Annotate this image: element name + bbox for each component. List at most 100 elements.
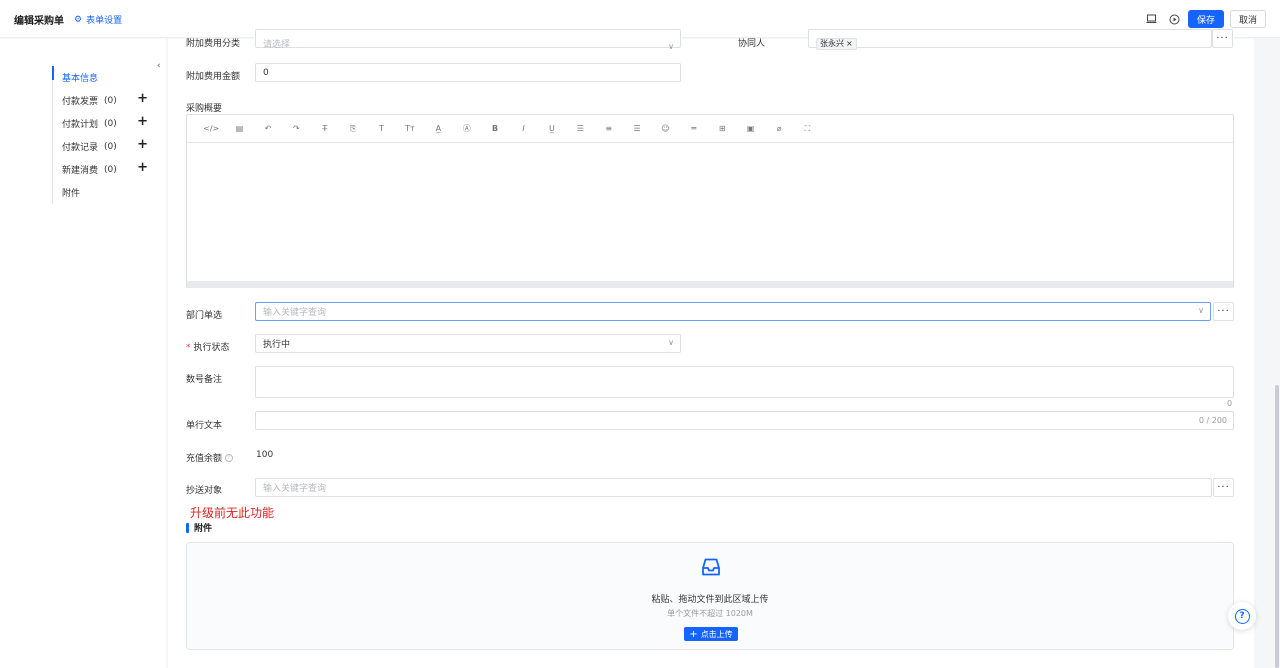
info-icon[interactable]: ? [225, 453, 234, 462]
extra-fee-amount-input[interactable]: 0 [255, 63, 681, 82]
sidebar-item[interactable]: 基本信息 [52, 66, 160, 89]
save-button[interactable]: 保存 [1188, 10, 1224, 28]
recharge-balance-label: 充值余额 ? [186, 451, 234, 464]
cancel-button[interactable]: 取消 [1230, 10, 1266, 28]
upgrade-notice: 升级前无此功能 [190, 506, 275, 520]
required-mark: * [186, 343, 191, 353]
sidebar-item-label: 付款发票 [62, 97, 99, 107]
department-label: 部门单选 [186, 311, 223, 321]
single-line-input[interactable]: 0 / 200 [255, 411, 1234, 430]
section-accent-bar [186, 522, 189, 533]
cc-target-label: 抄送对象 [186, 486, 223, 496]
purchase-summary-label: 采购概要 [186, 104, 223, 114]
exec-status-label: * 执行状态 [186, 340, 230, 353]
help-icon: ? [1234, 608, 1250, 624]
form-settings-link[interactable]: ⚙ 表单设置 [74, 13, 122, 27]
department-placeholder: 输入关键字查询 [263, 308, 327, 318]
sidebar-item[interactable]: 附件 [53, 181, 160, 204]
collaborator-more-button[interactable]: ··· [1212, 29, 1233, 48]
add-icon[interactable]: + [137, 137, 148, 152]
extra-fee-category-label: 附加费用分类 [186, 39, 241, 49]
sidebar-item[interactable]: 付款记录 (0) + [53, 135, 160, 158]
attachments-title-text: 附件 [194, 524, 213, 534]
single-line-counter: 0 / 200 [1198, 416, 1227, 425]
exec-status-value: 执行中 [263, 340, 291, 350]
department-more-button[interactable]: ··· [1213, 302, 1234, 321]
number-note-textarea[interactable] [255, 366, 1234, 398]
rich-text-editor: </> ▤ ↶ ↷ T̶ ⎘ T Tт A̲ Ⓐ B I U̲ ☰ ≡ ☰ ☺ ═ ⊞ ▣ ⌀ ⛶ [186, 114, 1234, 288]
section-nav: ‹ 基本信息 付款发票 (0) + 付款计划 (0) + 付款记录 (0) + 新建消费 (0) + 附件 [0, 39, 166, 668]
sidebar-item-label: 新建消费 [62, 166, 99, 176]
font-color-icon[interactable]: A̲ [424, 124, 452, 133]
plus-icon: + [689, 628, 698, 640]
underline-icon[interactable]: U̲ [538, 124, 566, 133]
sidebar-item-label: 付款计划 [62, 120, 99, 130]
align-right-icon[interactable]: ☰ [623, 124, 651, 133]
section-nav-list: 基本信息 付款发票 (0) + 付款计划 (0) + 付款记录 (0) + 新建消费 (0) + 附件 [52, 66, 160, 204]
dropzone-text: 粘贴、拖动文件到此区域上传 [651, 595, 769, 605]
strikethrough-icon[interactable]: T̶ [311, 124, 339, 133]
fullscreen-icon[interactable]: ⛶ [793, 124, 821, 134]
align-center-icon[interactable]: ≡ [594, 124, 622, 133]
chevron-down-icon: ∨ [668, 338, 674, 347]
cc-target-select[interactable]: 输入关键字查询 [255, 478, 1212, 497]
inbox-icon [702, 558, 720, 576]
extra-fee-amount-label: 附加费用金额 [186, 72, 241, 82]
preview-icon[interactable] [1144, 12, 1158, 26]
number-note-counter: 0 [1227, 399, 1233, 408]
add-icon[interactable]: + [137, 114, 148, 129]
font-size-icon[interactable]: T [367, 124, 395, 133]
undo-icon[interactable]: ↶ [254, 124, 282, 133]
upload-dropzone[interactable]: 粘贴、拖动文件到此区域上传 单个文件不超过 1020M + 点击上传 [186, 542, 1234, 650]
redo-icon[interactable]: ↷ [282, 124, 310, 133]
extra-fee-category-placeholder: 请选择 [263, 40, 291, 50]
collaborator-label: 协同人 [738, 39, 766, 49]
editor-resize-bar[interactable] [187, 281, 1233, 288]
cc-target-placeholder: 输入关键字查询 [263, 484, 327, 494]
collaborator-field[interactable]: 张永兴 × [808, 29, 1212, 50]
department-select[interactable]: 输入关键字查询 ∨ [255, 302, 1211, 321]
template-icon[interactable]: ▤ [225, 124, 253, 133]
recharge-balance-label-text: 充值余额 [186, 454, 223, 464]
sidebar-item-count: (0) [104, 118, 117, 129]
sidebar-item-count: (0) [104, 164, 117, 175]
image-icon[interactable]: ▣ [736, 124, 764, 133]
code-icon[interactable]: </> [197, 124, 225, 133]
close-icon[interactable]: × [846, 39, 853, 48]
italic-icon[interactable]: I [509, 124, 537, 133]
exec-status-label-text: 执行状态 [193, 343, 230, 353]
add-icon[interactable]: + [137, 91, 148, 106]
help-button[interactable]: ? [1228, 602, 1256, 630]
clear-format-icon[interactable]: ⎘ [339, 124, 367, 134]
text-transform-icon[interactable]: Tт [396, 124, 424, 133]
editor-area[interactable] [187, 143, 1233, 281]
bold-icon[interactable]: B [481, 124, 509, 133]
attachments-section-title: 附件 [186, 521, 212, 534]
scrollbar-thumb[interactable] [1275, 385, 1279, 668]
settings-icon: ⚙ [74, 14, 83, 25]
sidebar-item[interactable]: 付款计划 (0) + [53, 112, 160, 135]
play-icon[interactable] [1167, 12, 1181, 26]
extra-fee-category-select[interactable]: 请选择 ∨ [255, 29, 681, 51]
recharge-balance-value: 100 [256, 450, 274, 460]
chevron-down-icon: ∨ [1198, 306, 1204, 315]
align-left-icon[interactable]: ☰ [566, 124, 594, 133]
background-color-icon[interactable]: Ⓐ [453, 123, 481, 134]
form-content: 附加费用分类 请选择 ∨ 协同人 张永兴 × ··· 附加费用金额 0 采购概要… [168, 29, 1254, 668]
table-icon[interactable]: ⊞ [708, 124, 736, 133]
emoji-icon[interactable]: ☺ [651, 124, 679, 133]
cc-target-more-button[interactable]: ··· [1213, 478, 1234, 497]
add-icon[interactable]: + [137, 160, 148, 175]
attachment-icon[interactable]: ⌀ [765, 124, 793, 133]
single-line-label: 单行文本 [186, 421, 223, 431]
horizontal-rule-icon[interactable]: ═ [680, 124, 708, 133]
chevron-down-icon: ∨ [668, 42, 674, 51]
upload-button-label: 点击上传 [700, 629, 733, 639]
upload-button[interactable]: + 点击上传 [684, 627, 738, 641]
collaborator-tag: 张永兴 × [816, 37, 857, 50]
editor-toolbar: </> ▤ ↶ ↷ T̶ ⎘ T Tт A̲ Ⓐ B I U̲ ☰ ≡ ☰ ☺ ═ ⊞ ▣ ⌀ ⛶ [187, 115, 1233, 143]
sidebar-item-label: 基本信息 [62, 74, 99, 84]
sidebar-item[interactable]: 付款发票 (0) + [53, 89, 160, 112]
sidebar-item[interactable]: 新建消费 (0) + [53, 158, 160, 181]
exec-status-select[interactable]: 执行中 ∨ [255, 334, 681, 353]
